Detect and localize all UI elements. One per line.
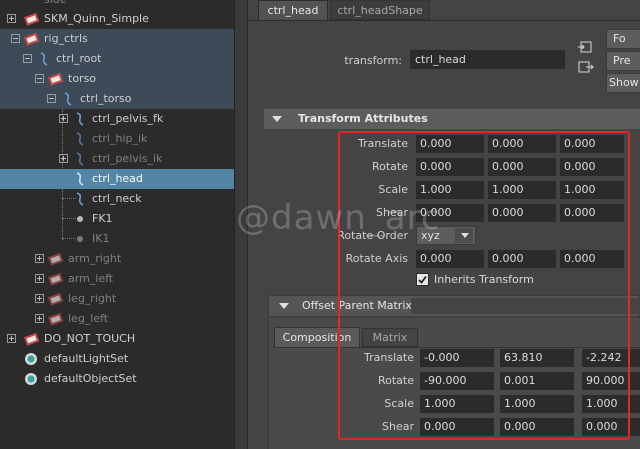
outliner-item-label: ctrl_hip_ik — [92, 132, 148, 145]
outliner-item-arm-left[interactable]: arm_left — [0, 269, 234, 289]
collapse-toggle[interactable] — [35, 74, 44, 83]
highlight-box — [338, 131, 630, 440]
focus-button[interactable]: Fo — [606, 29, 640, 49]
outliner-item-arm-right[interactable]: arm_right — [0, 249, 234, 269]
outliner-item-ctrl-pelvis-fk[interactable]: ctrl_pelvis_fk — [0, 109, 234, 129]
transform-node-icon — [24, 32, 40, 46]
collapse-toggle[interactable] — [47, 94, 56, 103]
expand-toggle[interactable] — [59, 154, 68, 163]
section-title: Transform Attributes — [298, 112, 428, 125]
outliner-item-ctrl-head[interactable]: ctrl_head — [0, 169, 234, 189]
outliner-item-ctrl-neck[interactable]: ctrl_neck — [0, 189, 234, 209]
node-name-field[interactable]: ctrl_head — [410, 50, 565, 69]
collapse-arrow-icon — [279, 303, 289, 309]
curve-icon — [40, 52, 48, 66]
outliner-item-label: ctrl_pelvis_ik — [92, 152, 163, 165]
show-button[interactable]: Show — [606, 73, 640, 93]
outliner-item-ctrl-pelvis-ik[interactable]: ctrl_pelvis_ik — [0, 149, 234, 169]
object-set-icon — [25, 373, 37, 385]
outliner-item-rig-ctrls[interactable]: rig_ctrls — [0, 29, 234, 49]
tab-ctrl-head-shape[interactable]: ctrl_headShape — [330, 0, 430, 20]
object-set-icon — [25, 353, 37, 365]
curve-icon — [76, 192, 84, 206]
outliner-item-torso[interactable]: torso — [0, 69, 234, 89]
outliner-item-do-not-touch[interactable]: DO_NOT_TOUCH — [0, 329, 234, 349]
outliner-item-default-light-set[interactable]: defaultLightSet — [0, 349, 234, 369]
outliner-item-label: DO_NOT_TOUCH — [44, 332, 136, 345]
outliner-item-ctrl-torso[interactable]: ctrl_torso — [0, 89, 234, 109]
collapse-toggle[interactable] — [11, 34, 20, 43]
tab-divider — [248, 20, 640, 21]
outliner-item-label: leg_right — [68, 292, 117, 305]
outliner-item-label: ctrl_root — [56, 52, 102, 65]
outliner-item-fk1[interactable]: FK1 — [0, 209, 234, 229]
outliner-item-label: arm_right — [68, 252, 122, 265]
outliner-item-skm-quinn-simple[interactable]: SKM_Quinn_Simple — [0, 9, 234, 29]
watermark: @dawn_arc — [236, 198, 441, 238]
outliner-item-ctrl-root[interactable]: ctrl_root — [0, 49, 234, 69]
outliner-item-label: defaultLightSet — [44, 352, 129, 365]
outliner-item-label: ctrl_torso — [80, 92, 132, 105]
curve-icon — [76, 112, 84, 126]
presets-button[interactable]: Pre — [606, 51, 640, 71]
curve-icon — [76, 172, 84, 186]
focus-icon[interactable] — [578, 40, 594, 54]
curve-icon — [76, 152, 84, 166]
outliner-item-label: SKM_Quinn_Simple — [44, 12, 149, 25]
transform-node-icon — [48, 72, 64, 86]
transform-attributes-header[interactable]: Transform Attributes — [264, 109, 640, 129]
transform-node-icon — [48, 312, 64, 326]
outliner-item-ik1[interactable]: IK1 — [0, 229, 234, 249]
transform-node-icon — [48, 272, 64, 286]
outliner-item-label: FK1 — [92, 212, 113, 225]
expand-toggle[interactable] — [35, 294, 44, 303]
transform-node-icon — [24, 332, 40, 346]
expand-toggle[interactable] — [7, 334, 16, 343]
locator-icon — [77, 236, 83, 242]
collapse-arrow-icon — [272, 116, 282, 122]
outliner-item-leg-right[interactable]: leg_right — [0, 289, 234, 309]
outliner-panel: side SKM_Quinn_Simple rig_ctrls ctrl_roo… — [0, 0, 234, 449]
expand-toggle[interactable] — [35, 274, 44, 283]
outliner-item-label: ctrl_head — [92, 172, 143, 185]
outliner-item-label: rig_ctrls — [44, 32, 88, 45]
expand-toggle[interactable] — [59, 114, 68, 123]
outliner-item-label: torso — [68, 72, 97, 85]
collapse-toggle[interactable] — [23, 54, 32, 63]
curve-icon — [76, 132, 84, 146]
locator-icon — [77, 216, 83, 222]
curve-icon — [64, 92, 72, 106]
presets-icon[interactable] — [578, 60, 594, 74]
transform-node-icon — [48, 292, 64, 306]
outliner-item-leg-left[interactable]: leg_left — [0, 309, 234, 329]
expand-toggle[interactable] — [35, 254, 44, 263]
outliner-item-default-object-set[interactable]: defaultObjectSet — [0, 369, 234, 389]
outliner-item-label: ctrl_pelvis_fk — [92, 112, 164, 125]
outliner-item-label: defaultObjectSet — [44, 372, 137, 385]
outliner-item-label: arm_left — [68, 272, 114, 285]
transform-node-icon — [24, 12, 40, 26]
node-type-label: transform: — [344, 54, 402, 67]
outliner-item-label: ctrl_neck — [92, 192, 142, 205]
expand-toggle[interactable] — [7, 14, 16, 23]
expand-toggle[interactable] — [35, 314, 44, 323]
outliner-item-label: leg_left — [68, 312, 109, 325]
tab-ctrl-head[interactable]: ctrl_head — [258, 0, 328, 20]
transform-node-icon — [48, 252, 64, 266]
outliner-item-ctrl-hip-ik[interactable]: ctrl_hip_ik — [0, 129, 234, 149]
outliner-item-label: IK1 — [92, 232, 110, 245]
